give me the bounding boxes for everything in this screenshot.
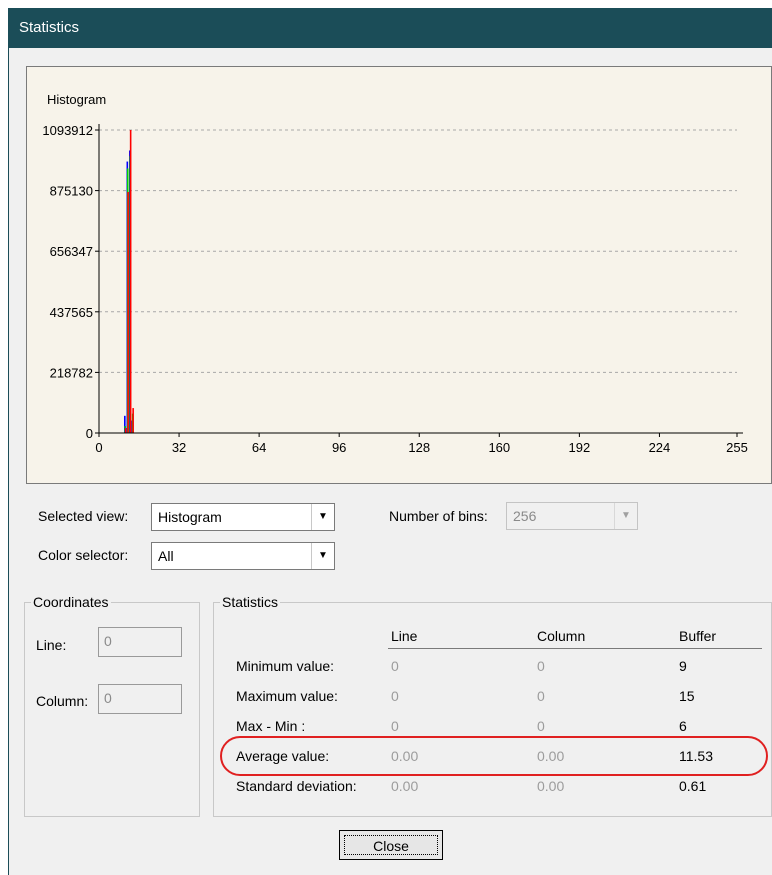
column-value: 0	[104, 690, 112, 706]
coordinates-group-title: Coordinates	[31, 594, 111, 610]
selected-view-dropdown[interactable]: Histogram ▼	[151, 503, 335, 531]
row-label: Standard deviation:	[236, 778, 357, 794]
x-tick-label: 224	[649, 440, 671, 455]
chevron-down-icon[interactable]: ▼	[614, 503, 637, 529]
column-label: Column:	[36, 693, 89, 709]
x-tick-label: 160	[488, 440, 510, 455]
color-selector-dropdown[interactable]: All ▼	[151, 542, 335, 570]
x-tick-label: 0	[95, 440, 102, 455]
row-label: Minimum value:	[236, 658, 335, 674]
row-label: Maximum value:	[236, 688, 338, 704]
histogram-bar	[132, 408, 134, 433]
x-tick-label: 192	[569, 440, 591, 455]
line-field[interactable]: 0	[98, 627, 182, 657]
bins-label: Number of bins:	[389, 508, 488, 524]
histogram-panel: Histogram 0 218782 437565 656347 875130 109391…	[26, 66, 772, 484]
row-column-value: 0	[537, 688, 545, 704]
row-column-value: 0	[537, 658, 545, 674]
x-tick-label: 255	[726, 440, 748, 455]
row-line-value: 0	[391, 718, 399, 734]
column-field[interactable]: 0	[98, 684, 182, 714]
y-tick-label: 875130	[50, 184, 93, 199]
row-column-value: 0	[537, 718, 545, 734]
histogram-chart: Histogram 0 218782 437565 656347 875130 109391…	[42, 92, 748, 455]
y-tick-label: 1093912	[42, 123, 93, 138]
row-label: Max - Min :	[236, 718, 306, 734]
y-tick-label: 0	[86, 426, 93, 441]
x-tick-label: 96	[332, 440, 346, 455]
row-buffer-value: 6	[679, 718, 687, 734]
x-tick-label: 64	[252, 440, 266, 455]
y-tick-label: 437565	[50, 305, 93, 320]
histogram-bar	[127, 192, 129, 433]
header-column: Column	[537, 628, 586, 644]
x-tick-label: 128	[408, 440, 430, 455]
row-buffer-value: 0.61	[679, 778, 707, 794]
bins-dropdown[interactable]: 256 ▼	[506, 502, 638, 530]
window-titlebar[interactable]: Statistics	[8, 8, 772, 48]
chevron-down-icon[interactable]: ▼	[311, 543, 334, 569]
color-selector-label: Color selector:	[38, 547, 129, 563]
chart-title: Histogram	[47, 92, 106, 107]
line-value: 0	[104, 633, 112, 649]
row-column-value: 0.00	[537, 778, 565, 794]
dialog-border	[8, 48, 9, 875]
y-tick-label: 218782	[50, 365, 93, 380]
y-tick-label: 656347	[50, 244, 93, 259]
row-line-value: 0	[391, 688, 399, 704]
close-button[interactable]: Close	[339, 830, 443, 860]
line-label: Line:	[36, 637, 67, 653]
header-line: Line	[391, 628, 418, 644]
window-title: Statistics	[19, 19, 80, 36]
close-button-label: Close	[344, 835, 438, 855]
row-line-value: 0.00	[391, 778, 419, 794]
x-tick-label: 32	[172, 440, 186, 455]
histogram-bar	[129, 130, 132, 433]
histogram-bar	[124, 428, 127, 433]
row-buffer-value: 15	[679, 688, 695, 704]
bins-value: 256	[513, 508, 537, 524]
row-buffer-value: 9	[679, 658, 687, 674]
header-divider	[388, 648, 762, 649]
selected-view-value: Histogram	[158, 509, 222, 525]
color-selector-value: All	[158, 548, 174, 564]
chevron-down-icon[interactable]: ▼	[311, 504, 334, 530]
row-line-value: 0	[391, 658, 399, 674]
selected-view-label: Selected view:	[38, 508, 129, 524]
average-value-highlight	[220, 736, 768, 776]
statistics-group-title: Statistics	[220, 594, 281, 610]
header-buffer: Buffer	[679, 628, 717, 644]
